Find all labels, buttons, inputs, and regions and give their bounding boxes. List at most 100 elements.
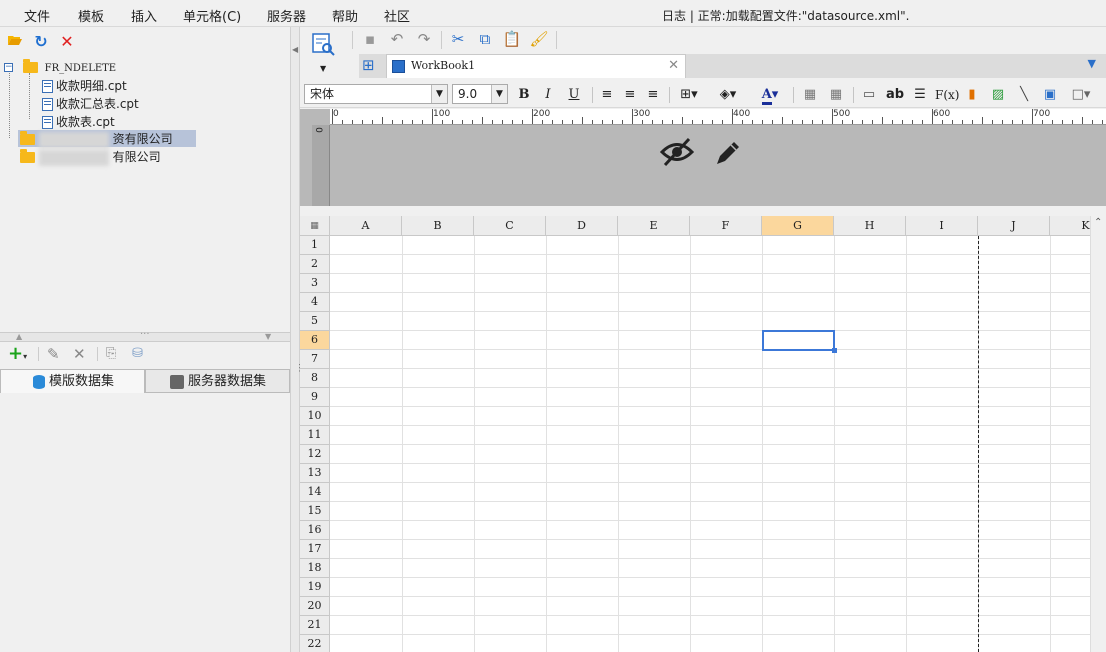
row-header-10[interactable]: 10 (300, 407, 330, 426)
menu-community[interactable]: 社区 (384, 6, 410, 25)
cut-icon[interactable]: ✂ (447, 29, 469, 51)
tab-workbook1[interactable]: WorkBook1 ✕ (386, 54, 686, 78)
italic-button[interactable]: I (538, 85, 558, 105)
row-header-8[interactable]: 8 (300, 369, 330, 388)
merge-cells-icon[interactable]: ▦ (800, 85, 820, 105)
new-sheet-icon[interactable]: ⊞ (362, 56, 375, 74)
menu-insert[interactable]: 插入 (131, 6, 157, 25)
grip-icon[interactable]: ··· (140, 329, 150, 340)
panel-splitter[interactable]: ▲ ··· ▼ (0, 329, 290, 342)
column-header-a[interactable]: A (330, 216, 402, 236)
tree-file[interactable]: 收款明细.cpt (42, 77, 127, 94)
close-tab-icon[interactable]: ✕ (668, 55, 679, 77)
row-header-15[interactable]: 15 (300, 502, 330, 521)
unmerge-cells-icon[interactable]: ▦ (826, 85, 846, 105)
row-header-19[interactable]: 19 (300, 578, 330, 597)
column-header-d[interactable]: D (546, 216, 618, 236)
collapse-left-icon[interactable]: ◀ (292, 45, 298, 54)
tree-folder-selected[interactable]: 资有限公司 (18, 130, 196, 148)
font-color-button[interactable]: A▾ (755, 85, 785, 105)
subreport-icon[interactable]: ▣ (1040, 85, 1060, 105)
more-icon[interactable]: □▾ (1066, 85, 1096, 105)
copy-icon[interactable]: ⧉ (474, 29, 496, 51)
paste-icon[interactable]: 📋 (501, 29, 523, 51)
tree-file[interactable]: 收款表.cpt (42, 113, 115, 130)
row-header-2[interactable]: 2 (300, 255, 330, 274)
column-header-c[interactable]: C (474, 216, 546, 236)
preview-dataset-icon[interactable]: ⎘ (106, 345, 116, 363)
fill-color-icon[interactable]: ◈▾ (713, 85, 743, 105)
collapse-down-icon[interactable]: ▼ (265, 332, 271, 341)
row-header-16[interactable]: 16 (300, 521, 330, 540)
delete-icon[interactable]: ✕ (58, 33, 76, 51)
column-header-i[interactable]: I (906, 216, 978, 236)
row-header-7[interactable]: 7 (300, 350, 330, 369)
formula-button[interactable]: F(x) (935, 85, 959, 105)
select-all-corner[interactable]: ▦ (300, 216, 330, 236)
row-header-21[interactable]: 21 (300, 616, 330, 635)
dataset-settings-icon[interactable]: ⛁ (132, 345, 143, 363)
refresh-icon[interactable]: ↻ (32, 33, 50, 51)
row-header-17[interactable]: 17 (300, 540, 330, 559)
insert-text-field-icon[interactable]: ▭ (859, 85, 879, 105)
row-header-18[interactable]: 18 (300, 559, 330, 578)
edit-dataset-icon[interactable]: ✎ (47, 345, 60, 363)
tab-menu-icon[interactable]: ▼ (1088, 57, 1096, 70)
column-header-h[interactable]: H (834, 216, 906, 236)
row-header-6[interactable]: 6 (300, 331, 330, 350)
folder-open-icon[interactable] (6, 33, 24, 51)
tree-root[interactable]: − FR_NDELETE (4, 59, 116, 74)
save-icon[interactable]: ▪ (359, 29, 381, 51)
column-header-b[interactable]: B (402, 216, 474, 236)
column-header-f[interactable]: F (690, 216, 762, 236)
column-header-e[interactable]: E (618, 216, 690, 236)
pencil-icon[interactable] (712, 137, 744, 177)
menu-file[interactable]: 文件 (24, 6, 50, 25)
brush-icon[interactable]: 🖌 (528, 29, 550, 51)
remove-dataset-icon[interactable]: ✕ (73, 345, 86, 363)
row-header-20[interactable]: 20 (300, 597, 330, 616)
tree-folder[interactable]: 有限公司 (18, 148, 161, 166)
dropdown-arrow-icon[interactable]: ▼ (320, 64, 326, 73)
image-icon[interactable]: ▨ (988, 85, 1008, 105)
menu-cell[interactable]: 单元格(C) (183, 6, 241, 25)
row-header-11[interactable]: 11 (300, 426, 330, 445)
tab-server-dataset[interactable]: 服务器数据集 (145, 369, 290, 393)
row-header-9[interactable]: 9 (300, 388, 330, 407)
row-header-22[interactable]: 22 (300, 635, 330, 652)
row-header-1[interactable]: 1 (300, 236, 330, 255)
preview-button[interactable]: ▼ (310, 31, 340, 77)
text-button[interactable]: ab (884, 85, 906, 105)
row-header-12[interactable]: 12 (300, 445, 330, 464)
scroll-up-icon[interactable]: ⌃ (1094, 217, 1102, 228)
row-header-4[interactable]: 4 (300, 293, 330, 312)
bold-button[interactable]: B (514, 85, 534, 105)
fill-handle[interactable] (832, 348, 837, 353)
underline-button[interactable]: U (564, 85, 584, 105)
row-header-14[interactable]: 14 (300, 483, 330, 502)
row-header-5[interactable]: 5 (300, 312, 330, 331)
collapse-up-icon[interactable]: ▲ (16, 332, 22, 341)
chart-icon[interactable]: ▮ (962, 85, 982, 105)
menu-template[interactable]: 模板 (78, 6, 104, 25)
column-header-k[interactable]: K (1050, 216, 1090, 236)
menu-server[interactable]: 服务器 (267, 6, 306, 25)
paragraph-icon[interactable]: ☰ (910, 85, 930, 105)
vertical-splitter[interactable]: ◀ ··· (290, 27, 304, 652)
spreadsheet-grid[interactable]: ▦ ABCDEFGHIJK 1 2 3 4 5 6 7 8 9 10 11 12 13 14 15 16 17 1… (300, 216, 1090, 652)
menu-help[interactable]: 帮助 (332, 6, 358, 25)
eye-hidden-icon[interactable] (659, 137, 695, 175)
selected-cell[interactable] (762, 330, 837, 353)
tab-template-dataset[interactable]: 模版数据集 (0, 369, 145, 393)
align-left-icon[interactable]: ≡ (597, 85, 617, 105)
column-header-j[interactable]: J (978, 216, 1050, 236)
column-header-g[interactable]: G (762, 216, 834, 236)
row-header-3[interactable]: 3 (300, 274, 330, 293)
align-center-icon[interactable]: ≡ (620, 85, 640, 105)
undo-icon[interactable]: ↶ (386, 29, 408, 51)
redo-icon[interactable]: ↷ (413, 29, 435, 51)
add-dataset-icon[interactable]: +▾ (8, 345, 27, 366)
vertical-scrollbar[interactable]: ⌃ (1090, 216, 1106, 652)
collapse-icon[interactable]: − (4, 63, 13, 72)
border-icon[interactable]: ⊞▾ (674, 85, 704, 105)
